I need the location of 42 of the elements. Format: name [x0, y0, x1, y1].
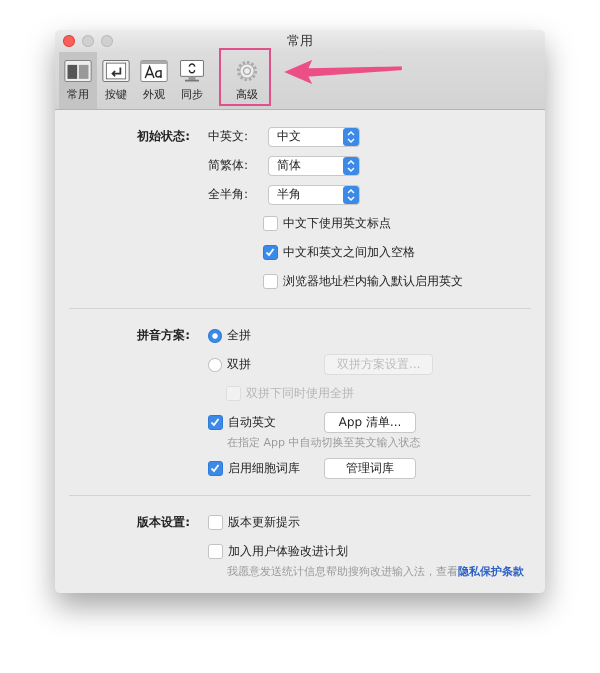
push-button[interactable]: App 清单...	[324, 412, 416, 433]
radio-option[interactable]: 双拼	[208, 356, 324, 373]
toolbar-tab[interactable]: 常用	[59, 52, 97, 109]
setting-label: 中英文:	[208, 128, 250, 145]
monitor-sync-icon	[178, 59, 206, 83]
return-key-icon	[102, 59, 130, 83]
popup-menu[interactable]: 简体	[268, 156, 360, 176]
checkbox-option[interactable]: 中文和英文之间加入空格	[263, 244, 415, 261]
toolbar-tab[interactable]: 高级	[221, 52, 273, 109]
chevron-icon	[343, 128, 359, 146]
popup-menu[interactable]: 半角	[268, 184, 360, 204]
section-label: 版本设置:	[136, 514, 191, 531]
font-sample-icon	[140, 59, 168, 83]
checkmark-icon	[209, 416, 221, 428]
hint-text: 我愿意发送统计信息帮助搜狗改进输入法，查看	[227, 564, 458, 579]
checkbox-option[interactable]: 自动英文	[208, 414, 324, 431]
section-label: 初始状态:	[136, 128, 191, 145]
toolbar-tab[interactable]: 外观	[135, 52, 173, 109]
checkbox-option[interactable]: 加入用户体验改进计划	[208, 543, 348, 560]
close-button[interactable]	[63, 35, 75, 47]
popup-menu[interactable]: 中文	[268, 126, 360, 146]
zoom-button[interactable]	[101, 35, 113, 47]
radio-option[interactable]: 全拼	[208, 327, 251, 344]
window-title: 常用	[287, 33, 313, 50]
checkbox-option[interactable]: 浏览器地址栏内输入默认启用英文	[263, 273, 463, 290]
checkbox-option[interactable]: 版本更新提示	[208, 514, 300, 531]
section-label: 拼音方案:	[136, 327, 191, 344]
checkmark-icon	[209, 462, 221, 474]
push-button[interactable]: 管理词库	[324, 458, 416, 479]
checkbox-option[interactable]: 中文下使用英文标点	[263, 215, 391, 232]
toolbar-tab[interactable]: 按键	[97, 52, 135, 109]
chevron-icon	[343, 156, 359, 174]
checkbox-option[interactable]: 启用细胞词库	[208, 460, 324, 477]
minimize-button[interactable]	[82, 35, 94, 47]
window-icon	[64, 59, 92, 83]
checkmark-icon	[264, 246, 276, 258]
setting-label: 全半角:	[208, 186, 250, 203]
setting-label: 简繁体:	[208, 157, 250, 174]
chevron-icon	[343, 186, 359, 204]
privacy-link[interactable]: 隐私保护条款	[458, 564, 524, 579]
toolbar-tab[interactable]: 同步	[173, 52, 211, 109]
hint-text: 在指定 App 中自动切换至英文输入状态	[227, 435, 420, 450]
